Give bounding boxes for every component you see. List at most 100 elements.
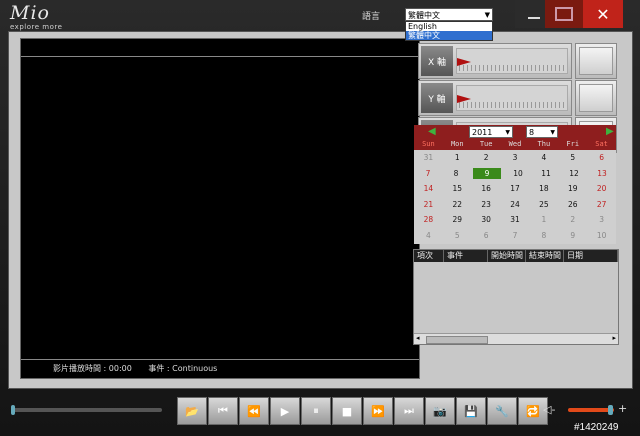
rewind-button[interactable]: ⏪ [239,397,269,425]
calendar-day[interactable]: 21 [414,197,443,213]
column-header[interactable]: 項次 [414,250,444,262]
volume-icon[interactable]: ◁- [543,403,555,416]
volume-knob[interactable] [608,405,613,415]
calendar-day[interactable]: 7 [501,228,530,244]
language-select[interactable]: 繁體中文 ▼ [405,8,493,21]
calendar-week: 7 8 9 10 11 12 13 [414,166,616,182]
calendar-prev-icon[interactable]: ◀ [428,125,436,139]
stop-button[interactable]: ■ [332,397,362,425]
close-button[interactable]: ✕ [583,0,623,28]
calendar-day[interactable]: 2 [472,150,501,166]
calendar-week: 4 5 6 7 8 9 10 [414,228,616,244]
skip-forward-button[interactable]: ⏭ [394,397,424,425]
calendar-day[interactable]: 30 [472,212,501,228]
calendar-day[interactable]: 3 [587,212,616,228]
save-button[interactable]: 💾 [456,397,486,425]
weekday-label: Wed [508,140,522,148]
calendar-day[interactable]: 4 [414,228,443,244]
fast-forward-button[interactable]: ⏩ [363,397,393,425]
maximize-button[interactable] [545,0,583,28]
play-button[interactable]: ▶ [270,397,300,425]
mio-logo: Mio explore more [10,4,62,32]
y-axis-meter: Y 軸 [418,80,572,116]
skip-back-icon: ⏮ [218,404,228,417]
calendar-day[interactable]: 14 [414,181,443,197]
x-axis-track [456,48,568,74]
playback-time: 影片播放時間 : 00:00 [53,364,132,373]
calendar-day[interactable]: 5 [558,150,587,166]
column-header[interactable]: 開始時間 [488,250,526,262]
language-option-english[interactable]: English [406,22,492,31]
horizontal-scrollbar[interactable]: ◂ ▸ [414,333,618,344]
calendar-day[interactable]: 5 [443,228,472,244]
calendar-day[interactable]: 19 [558,181,587,197]
app-window: Mio explore more 語言 繁體中文 ▼ English 繁體中文 … [0,0,640,436]
y-axis-track [456,85,568,111]
scroll-right-icon[interactable]: ▸ [612,334,616,342]
video-bottom-divider [21,359,419,360]
calendar-day[interactable]: 31 [501,212,530,228]
snapshot-button[interactable]: 📷 [425,397,455,425]
calendar-day[interactable]: 6 [472,228,501,244]
stop-icon: ■ [341,404,353,418]
calendar-next-icon[interactable]: ▶ [606,125,614,139]
progress-knob[interactable] [11,405,15,415]
calendar-day[interactable]: 7 [414,166,442,182]
calendar-day[interactable]: 31 [414,150,443,166]
calendar-day[interactable]: 22 [443,197,472,213]
open-folder-button[interactable]: 📂 [177,397,207,425]
calendar-year-select[interactable]: 2011 ▼ [469,126,513,138]
scrollbar-thumb[interactable] [426,336,488,344]
x-axis-needle [457,58,471,66]
calendar-day[interactable]: 26 [558,197,587,213]
calendar-day[interactable]: 9 [558,228,587,244]
calendar-day[interactable]: 2 [558,212,587,228]
scroll-left-icon[interactable]: ◂ [416,334,420,342]
playback-progress-slider[interactable] [11,405,162,415]
calendar-day[interactable]: 24 [501,197,530,213]
column-header[interactable]: 日期 [564,250,618,262]
x-axis-label: X 軸 [421,46,453,76]
calendar-day-selected[interactable]: 9 [473,167,501,180]
fast-forward-icon: ⏩ [371,404,385,418]
language-option-chinese[interactable]: 繁體中文 [406,31,492,40]
calendar-day[interactable]: 12 [560,166,588,182]
chevron-down-icon: ▼ [505,129,510,136]
calendar-day[interactable]: 13 [588,166,616,182]
calendar-day[interactable]: 8 [442,166,470,182]
calendar-day[interactable]: 16 [472,181,501,197]
calendar-day[interactable]: 1 [529,212,558,228]
weekday-label: Thu [537,140,551,148]
x-axis-value-box [575,43,617,79]
pause-button[interactable]: ⏸ [301,397,331,425]
skip-forward-icon: ⏭ [404,404,414,417]
calendar-day[interactable]: 29 [443,212,472,228]
volume-plus-icon[interactable]: + [618,402,627,415]
calendar-day[interactable]: 20 [587,181,616,197]
calendar-week: 14 15 16 17 18 19 20 [414,181,616,197]
calendar-day[interactable]: 28 [414,212,443,228]
calendar-day[interactable]: 27 [587,197,616,213]
calendar-day[interactable]: 11 [532,166,560,182]
calendar-day[interactable]: 1 [443,150,472,166]
volume-slider[interactable] [568,405,614,415]
weekday-label: Sat [595,140,608,148]
calendar-day[interactable]: 10 [587,228,616,244]
column-header[interactable]: 結束時間 [526,250,564,262]
calendar-day[interactable]: 6 [587,150,616,166]
calendar-day[interactable]: 10 [504,166,532,182]
calendar-day[interactable]: 3 [501,150,530,166]
calendar-day[interactable]: 23 [472,197,501,213]
calendar-day[interactable]: 8 [529,228,558,244]
skip-back-button[interactable]: ⏮ [208,397,238,425]
calendar-day[interactable]: 17 [501,181,530,197]
video-panel[interactable]: 影片播放時間 : 00:00 事件 : Continuous [20,38,420,379]
calendar-day[interactable]: 18 [529,181,558,197]
calendar-day[interactable]: 4 [529,150,558,166]
settings-button[interactable]: 🔧 [487,397,517,425]
calendar-month-select[interactable]: 8 ▼ [526,126,558,138]
calendar-day[interactable]: 15 [443,181,472,197]
calendar-day[interactable]: 25 [529,197,558,213]
rewind-icon: ⏪ [247,404,261,418]
column-header[interactable]: 事件 [444,250,488,262]
